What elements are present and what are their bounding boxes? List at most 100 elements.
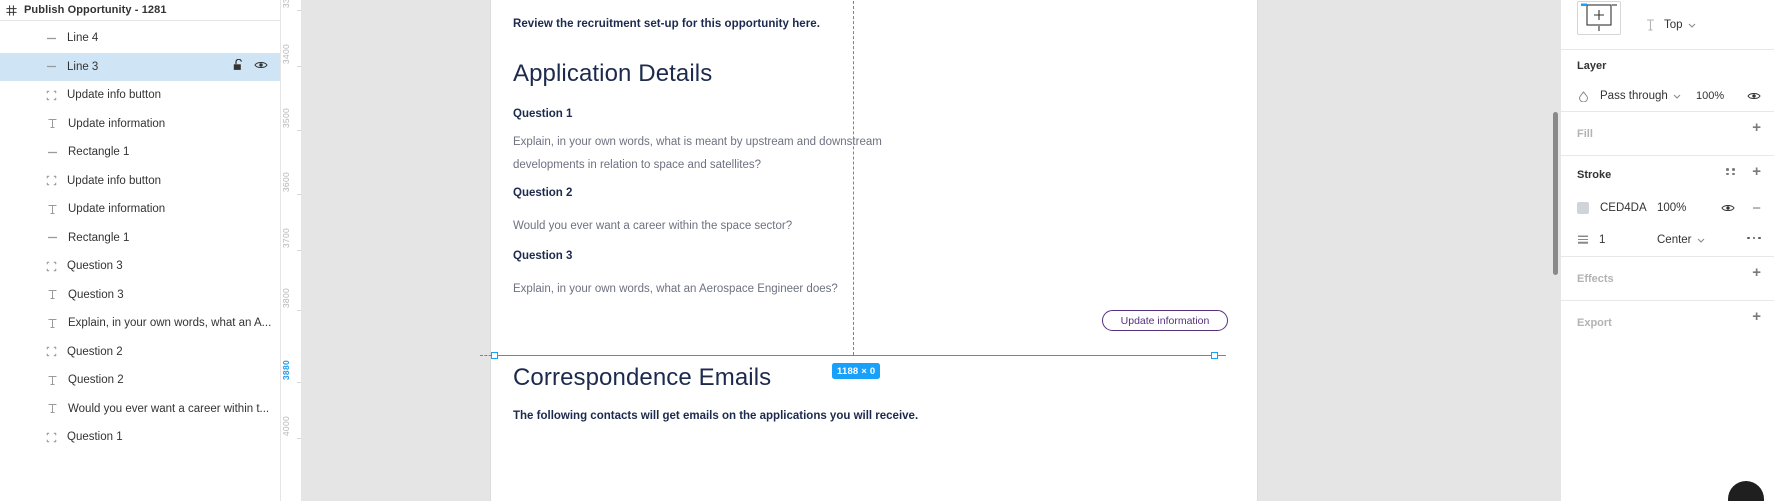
ruler-tick-mark [297, 382, 301, 383]
ruler-tick: 3880 [281, 360, 291, 381]
text-icon [46, 288, 59, 301]
layer-row[interactable]: Line 4 [0, 24, 280, 53]
remove-stroke-button[interactable]: − [1752, 201, 1761, 216]
layer-row[interactable]: Update information [0, 110, 280, 139]
blend-mode-dropdown[interactable]: Pass through [1600, 90, 1668, 102]
group-icon [45, 89, 58, 102]
layer-row[interactable]: Explain, in your own words, what an A... [0, 309, 280, 338]
ruler-tick: 4000 [281, 416, 291, 437]
ruler-tick: 3300 [281, 0, 301, 8]
chevron-down-icon[interactable] [1673, 90, 1681, 102]
layer-row[interactable]: Update info button [0, 81, 280, 110]
layer-row-label: Update information [68, 203, 166, 216]
correspondence-emails-heading: Correspondence Emails [513, 364, 772, 391]
page-title: Publish Opportunity - 1281 [24, 4, 167, 16]
selection-handle-right[interactable] [1211, 352, 1218, 359]
layer-row-label: Question 2 [67, 345, 123, 358]
layer-row[interactable]: Question 3 [0, 281, 280, 310]
fill-section: Fill + [1561, 112, 1774, 156]
ruler-tick-mark [297, 194, 301, 195]
vertical-ruler[interactable]: 3300 3400 3500 3600 3700 3800 3880 4000 [281, 0, 302, 501]
layer-row[interactable]: Question 2 [0, 338, 280, 367]
ruler-tick-mark [297, 250, 301, 251]
ellipsis-icon[interactable] [1746, 236, 1761, 240]
vertical-align-value: Top [1664, 18, 1683, 31]
alignment-section: Top [1561, 0, 1774, 50]
layer-row[interactable]: Question 1 [0, 423, 280, 452]
group-icon [45, 174, 58, 187]
layer-row[interactable]: Update info button [0, 167, 280, 196]
text-icon [46, 374, 59, 387]
ruler-tick: 3800 [281, 288, 291, 309]
layer-row-label: Question 2 [68, 374, 124, 387]
design-canvas[interactable]: Review the recruitment set-up for this o… [302, 0, 1560, 501]
ruler-tick-mark [297, 66, 301, 67]
group-icon [45, 431, 58, 444]
stroke-position-dropdown[interactable]: Center [1657, 234, 1705, 246]
layer-row[interactable]: Rectangle 1 [0, 224, 280, 253]
help-fab-button[interactable] [1728, 481, 1764, 501]
stroke-color-swatch[interactable] [1577, 202, 1589, 214]
layer-row-label: Update info button [67, 89, 161, 102]
properties-panel: Top Layer Pass through 100% Fill + Strok… [1560, 0, 1774, 501]
application-details-heading: Application Details [513, 60, 713, 87]
stroke-style-icon[interactable] [1726, 168, 1735, 175]
text-icon [46, 117, 59, 130]
vertical-align-dropdown[interactable]: Top [1664, 19, 1696, 31]
effects-title-text: Effects [1577, 273, 1614, 285]
layer-row-label: Question 1 [67, 431, 123, 444]
layer-row-actions [233, 53, 268, 82]
ruler-tick-mark [297, 10, 301, 11]
layer-row[interactable]: Line 3 [0, 52, 280, 82]
layer-row[interactable]: Rectangle 1 [0, 138, 280, 167]
add-effect-button[interactable]: + [1752, 265, 1761, 280]
layer-row-label: Question 3 [67, 260, 123, 273]
update-information-button[interactable]: Update information [1102, 310, 1228, 331]
text-icon [46, 402, 59, 415]
stroke-position-value: Center [1657, 233, 1692, 246]
unlock-icon[interactable] [233, 58, 244, 74]
eye-icon[interactable] [1721, 203, 1735, 213]
question-1-label: Question 1 [513, 108, 573, 120]
ruler-tick-mark [297, 130, 301, 131]
constraints-widget[interactable] [1577, 0, 1621, 35]
layer-row[interactable]: Update information [0, 195, 280, 224]
artboard-frame[interactable]: Review the recruitment set-up for this o… [490, 0, 1258, 501]
export-section: Export + [1561, 301, 1774, 345]
ruler-tick-mark [297, 310, 301, 311]
add-export-button[interactable]: + [1752, 309, 1761, 324]
question-2-label: Question 2 [513, 187, 573, 199]
layer-row-label: Explain, in your own words, what an A... [68, 317, 272, 330]
stroke-weight-input[interactable]: 1 [1599, 234, 1605, 246]
selected-line-shape[interactable] [495, 355, 1226, 356]
eye-icon[interactable] [254, 60, 268, 73]
layer-row[interactable]: Would you ever want a career within t... [0, 395, 280, 424]
question-1-body: Explain, in your own words, what is mean… [513, 136, 882, 171]
stroke-weight-row: 1 Center [1561, 223, 1774, 256]
ruler-tick-mark [297, 438, 301, 439]
selection-size-badge: 1188 × 0 [832, 363, 881, 379]
components-grid-icon [6, 4, 17, 16]
stroke-weight-icon [1577, 234, 1589, 246]
stroke-title-text: Stroke [1577, 168, 1612, 181]
blend-mode-icon [1577, 90, 1589, 102]
stroke-color-hex[interactable]: CED4DA [1600, 202, 1647, 214]
eye-icon[interactable] [1747, 91, 1761, 101]
layer-row-label: Line 4 [67, 32, 99, 45]
layer-row[interactable]: Question 2 [0, 366, 280, 395]
add-fill-button[interactable]: + [1752, 120, 1761, 135]
layer-blend-row: Pass through 100% [1561, 81, 1774, 111]
chevron-down-icon [1688, 19, 1696, 31]
intro-text: Review the recruitment set-up for this o… [513, 18, 820, 30]
stroke-opacity-input[interactable]: 100% [1657, 202, 1686, 214]
layer-section: Layer Pass through 100% [1561, 50, 1774, 112]
layer-opacity-input[interactable]: 100% [1696, 90, 1724, 102]
sidebar-header: Publish Opportunity - 1281 [0, 0, 280, 21]
add-stroke-button[interactable]: + [1752, 164, 1761, 179]
export-title-text: Export [1577, 317, 1612, 329]
question-3-label: Question 3 [513, 250, 573, 262]
layer-row-label: Question 3 [68, 288, 124, 301]
canvas-scrollbar[interactable] [1553, 112, 1558, 275]
layer-row[interactable]: Question 3 [0, 252, 280, 281]
selection-handle-left[interactable] [491, 352, 498, 359]
